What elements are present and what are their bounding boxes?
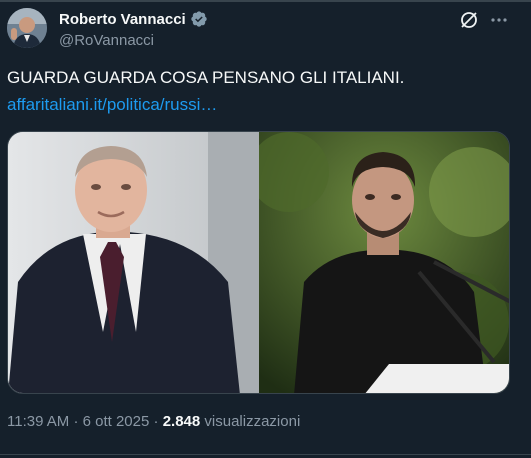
grok-icon (461, 12, 477, 28)
media-photo-right[interactable] (249, 132, 509, 393)
meta-separator-2: · (153, 413, 159, 430)
tweet: Roberto Vannacci @RoVannacci GUARDA GUAR… (0, 0, 531, 458)
author-name[interactable]: Roberto Vannacci (59, 11, 186, 28)
tweet-time[interactable]: 11:39 AM (7, 413, 69, 430)
photo-man-in-black (249, 132, 509, 393)
photo-man-in-suit (8, 132, 259, 393)
top-divider (0, 0, 531, 2)
meta-separator: · (73, 413, 79, 430)
tweet-meta: 11:39 AM · 6 ott 2025 · 2.848 visualizza… (7, 413, 300, 430)
tweet-date[interactable]: 6 ott 2025 (83, 413, 150, 430)
media-photo-left[interactable] (8, 132, 259, 393)
tweet-link[interactable]: affaritaliani.it/politica/russi… (7, 94, 217, 116)
verified-badge-icon (191, 11, 207, 27)
views-label: visualizzazioni (204, 413, 301, 430)
avatar-image (7, 8, 47, 48)
author-avatar[interactable] (7, 8, 47, 48)
views-count: 2.848 (162, 413, 201, 430)
bottom-divider (0, 454, 531, 455)
tweet-text: GUARDA GUARDA COSA PENSANO GLI ITALIANI. (7, 68, 405, 87)
author-name-row[interactable]: Roberto Vannacci (59, 10, 208, 28)
more-options-icon (491, 18, 507, 22)
author-handle[interactable]: @RoVannacci (59, 32, 154, 49)
more-options-button[interactable] (488, 9, 510, 31)
tweet-media[interactable] (7, 131, 510, 394)
grok-button[interactable] (458, 9, 480, 31)
